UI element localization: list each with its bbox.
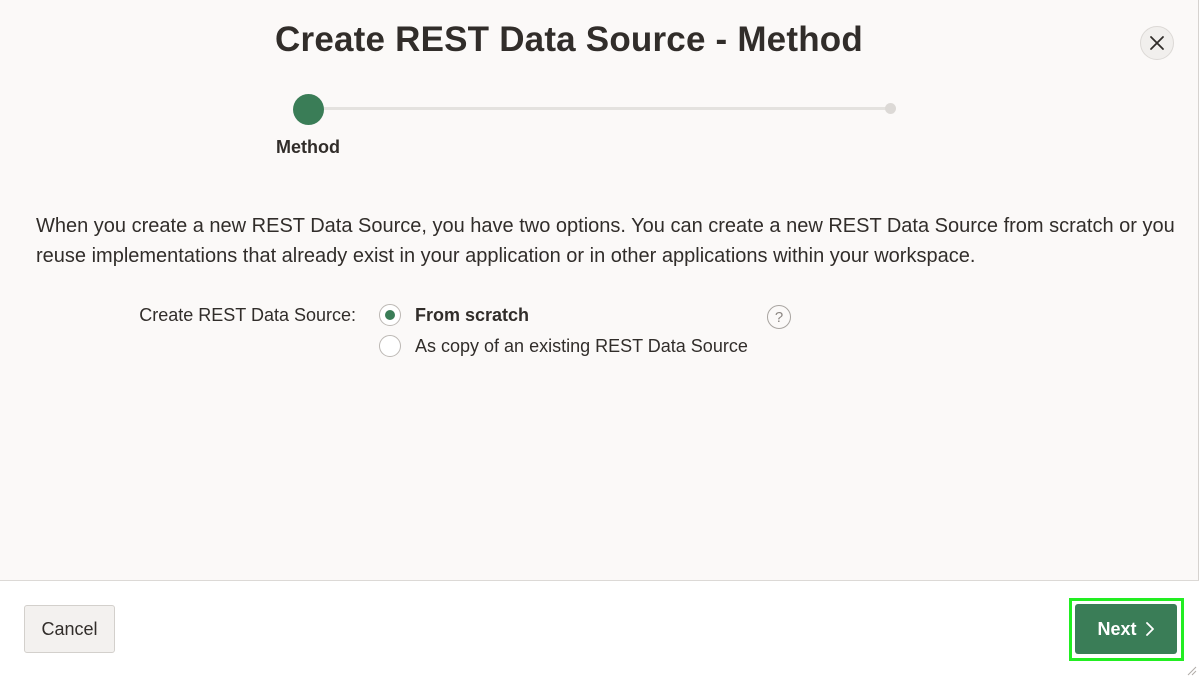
wizard-step-label: Method xyxy=(276,137,340,157)
create-source-field-label: Create REST Data Source: xyxy=(139,305,356,325)
cancel-button[interactable]: Cancel xyxy=(24,605,115,653)
radio-button-unselected[interactable] xyxy=(379,335,401,357)
resize-handle-icon[interactable] xyxy=(1185,664,1197,676)
chevron-right-icon xyxy=(1145,622,1155,636)
dialog-footer: Cancel Next xyxy=(0,580,1199,678)
wizard-step-final-marker xyxy=(885,103,896,114)
radio-option-copy-existing[interactable]: As copy of an existing REST Data Source xyxy=(379,335,748,357)
create-rest-data-source-dialog: Create REST Data Source - Method Method … xyxy=(0,0,1199,678)
radio-option-label: As copy of an existing REST Data Source xyxy=(415,335,748,356)
next-button-label: Next xyxy=(1097,618,1137,639)
wizard-step-method-marker xyxy=(293,94,324,125)
radio-option-from-scratch[interactable]: From scratch xyxy=(379,304,529,326)
help-icon[interactable]: ? xyxy=(767,305,791,329)
intro-text: When you create a new REST Data Source, … xyxy=(36,215,1175,267)
close-button[interactable] xyxy=(1140,26,1174,60)
next-button[interactable]: Next xyxy=(1075,604,1177,654)
radio-button-selected[interactable] xyxy=(379,304,401,326)
radio-option-label: From scratch xyxy=(415,304,530,325)
close-icon xyxy=(1150,36,1164,50)
dialog-title: Create REST Data Source - Method xyxy=(275,20,863,59)
wizard-progress-track xyxy=(309,107,891,110)
